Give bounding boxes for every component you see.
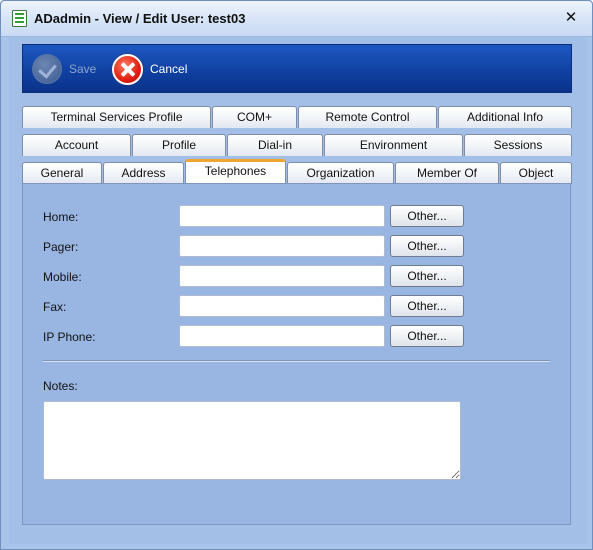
- app-form-icon: [12, 10, 27, 27]
- notes-label: Notes:: [43, 379, 78, 393]
- save-label: Save: [69, 62, 97, 76]
- tab-profile[interactable]: Profile: [132, 134, 226, 156]
- tab-sessions[interactable]: Sessions: [464, 134, 572, 156]
- home-other-button[interactable]: Other...: [390, 205, 464, 227]
- separator: [43, 360, 550, 362]
- tab-general[interactable]: General: [22, 162, 102, 184]
- close-button[interactable]: ✕: [561, 8, 581, 28]
- home-label: Home:: [43, 210, 79, 224]
- fax-input[interactable]: [179, 295, 385, 317]
- tab-member-of[interactable]: Member Of: [395, 162, 499, 184]
- save-button[interactable]: Save: [32, 52, 96, 86]
- ip-phone-label: IP Phone:: [43, 330, 96, 344]
- title-bar[interactable]: ADadmin - View / Edit User: test03 ✕: [1, 1, 592, 37]
- mobile-input[interactable]: [179, 265, 385, 287]
- telephones-panel: Home: Other... Pager: Other... Mobile: O…: [22, 183, 571, 525]
- pager-other-button[interactable]: Other...: [390, 235, 464, 257]
- tab-remote-control[interactable]: Remote Control: [298, 106, 437, 128]
- window: ADadmin - View / Edit User: test03 ✕ Sav…: [0, 0, 593, 550]
- ip-phone-input[interactable]: [179, 325, 385, 347]
- cancel-button[interactable]: Cancel: [112, 52, 187, 86]
- mobile-other-button[interactable]: Other...: [390, 265, 464, 287]
- fax-label: Fax:: [43, 300, 67, 314]
- tab-object[interactable]: Object: [500, 162, 572, 184]
- tab-com-plus[interactable]: COM+: [212, 106, 297, 128]
- tab-additional-info[interactable]: Additional Info: [438, 106, 572, 128]
- pager-input[interactable]: [179, 235, 385, 257]
- cancel-label: Cancel: [150, 62, 188, 76]
- tab-address[interactable]: Address: [103, 162, 184, 184]
- tab-telephones[interactable]: Telephones: [185, 159, 286, 185]
- ip-phone-other-button[interactable]: Other...: [390, 325, 464, 347]
- home-phone-input[interactable]: [179, 205, 385, 227]
- dialog-body: Save Cancel Terminal Services Profile CO…: [9, 38, 587, 544]
- red-x-circle-icon: [112, 53, 143, 85]
- toolbar: Save Cancel: [22, 44, 572, 93]
- mobile-label: Mobile:: [43, 270, 82, 284]
- tab-dial-in[interactable]: Dial-in: [227, 134, 323, 156]
- window-title: ADadmin - View / Edit User: test03: [34, 11, 246, 26]
- fax-other-button[interactable]: Other...: [390, 295, 464, 317]
- tab-account[interactable]: Account: [22, 134, 131, 156]
- notes-textarea[interactable]: [43, 401, 461, 480]
- checkmark-circle-icon: [32, 54, 62, 84]
- tab-environment[interactable]: Environment: [324, 134, 463, 156]
- tab-organization[interactable]: Organization: [287, 162, 394, 184]
- tab-terminal-services-profile[interactable]: Terminal Services Profile: [22, 106, 211, 128]
- pager-label: Pager:: [43, 240, 79, 254]
